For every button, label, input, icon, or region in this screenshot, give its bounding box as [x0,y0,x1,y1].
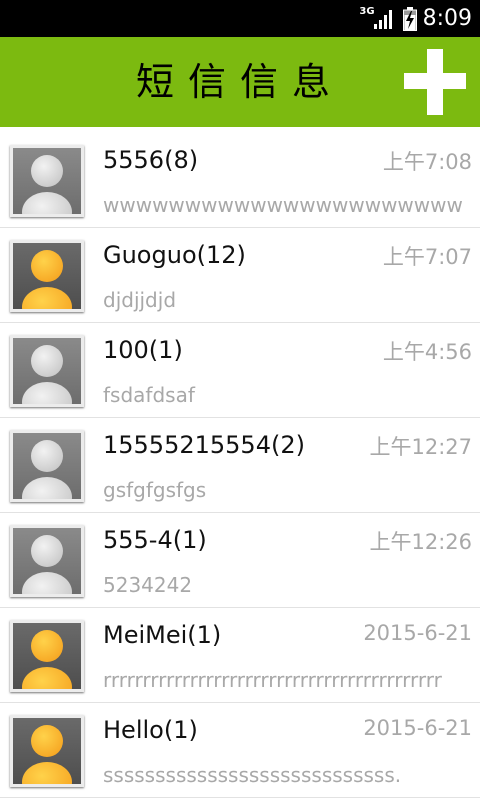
contact-avatar [10,715,84,787]
conversation-list[interactable]: 5556(8) 上午7:08 wwwwwwwwwwwwwwwwwwwwww Gu… [0,133,480,798]
contact-name: Hello(1) [103,716,198,744]
app-header: 短信信息 [0,37,480,127]
message-preview: djdjjdjd [103,288,177,312]
contact-avatar [10,145,84,217]
conversation-item[interactable]: 100(1) 上午4:56 fsdafdsaf [0,323,480,418]
conversation-item[interactable]: 15555215554(2) 上午12:27 gsfgfgsfgs [0,418,480,513]
add-message-button[interactable] [404,49,466,115]
conversation-item[interactable]: MeiMei(1) 2015-6-21 rrrrrrrrrrrrrrrrrrrr… [0,608,480,703]
contact-avatar-icon [22,630,72,689]
message-preview: gsfgfgsfgs [103,478,207,502]
contact-avatar-icon [22,535,72,594]
message-time: 2015-6-21 [363,621,472,645]
contact-avatar [10,525,84,597]
conversation-item[interactable]: 555-4(1) 上午12:26 5234242 [0,513,480,608]
status-bar: 3G 8:09 [0,0,480,37]
message-time: 上午7:08 [382,150,472,174]
message-preview: rrrrrrrrrrrrrrrrrrrrrrrrrrrrrrrrrrrrrrrr… [103,668,442,692]
contact-name: 100(1) [103,336,183,364]
message-time: 上午4:56 [382,340,472,364]
contact-avatar [10,240,84,312]
contact-avatar [10,430,84,502]
contact-avatar [10,620,84,692]
network-type-label: 3G [359,6,375,17]
conversation-item[interactable]: Guoguo(12) 上午7:07 djdjjdjd [0,228,480,323]
contact-name: MeiMei(1) [103,621,222,649]
message-time: 2015-6-21 [363,716,472,740]
contact-name: 15555215554(2) [103,431,305,459]
conversation-item[interactable]: Hello(1) 2015-6-21 sssssssssssssssssssss… [0,703,480,798]
contact-name: Guoguo(12) [103,241,246,269]
contact-avatar-icon [22,250,72,309]
message-time: 上午12:26 [369,530,472,554]
battery-icon [402,6,417,31]
contact-name: 555-4(1) [103,526,207,554]
contact-avatar-icon [22,440,72,499]
signal-icon [373,9,392,29]
contact-avatar-icon [22,155,72,214]
contact-avatar-icon [22,725,72,784]
message-preview: ssssssssssssssssssssssssssss. [103,763,402,787]
status-clock: 8:09 [422,6,472,31]
contact-name: 5556(8) [103,146,199,174]
message-preview: fsdafdsaf [103,383,195,407]
contact-avatar [10,335,84,407]
message-preview: wwwwwwwwwwwwwwwwwwwwww [103,193,463,217]
message-time: 上午12:27 [369,435,472,459]
message-time: 上午7:07 [382,245,472,269]
message-preview: 5234242 [103,573,193,597]
status-indicators: 3G 8:09 [359,0,472,37]
contact-avatar-icon [22,345,72,404]
conversation-item[interactable]: 5556(8) 上午7:08 wwwwwwwwwwwwwwwwwwwwww [0,133,480,228]
